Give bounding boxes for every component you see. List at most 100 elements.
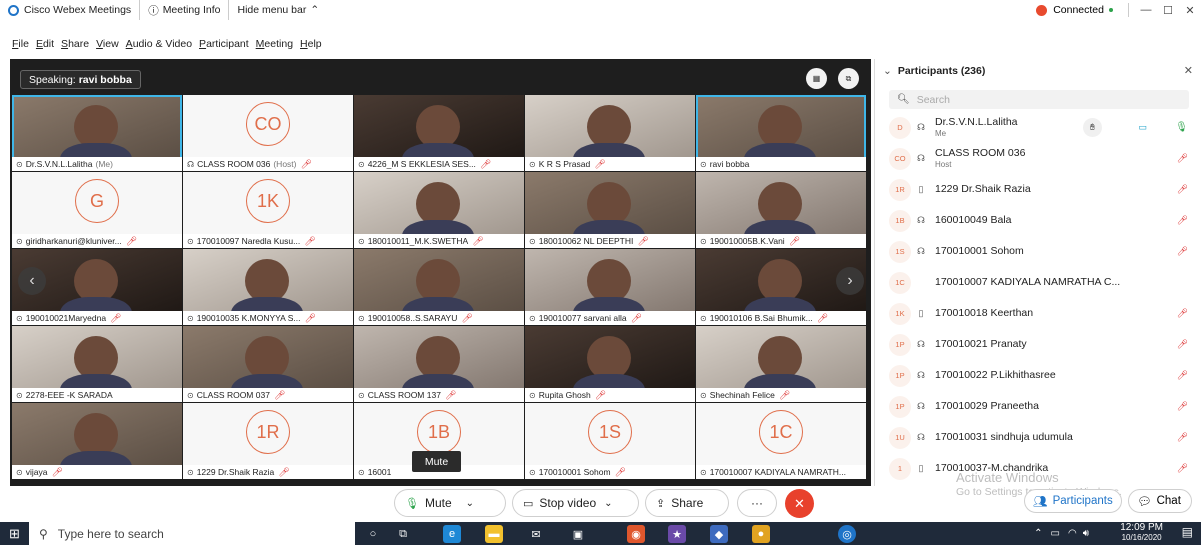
video-tile[interactable]: ⊙ 190010077 sarvani alla 🎤︎: [525, 249, 695, 325]
menu-meeting[interactable]: Meeting: [256, 38, 293, 54]
menu-help[interactable]: Help: [300, 38, 322, 54]
maximize-button[interactable]: ☐: [1157, 4, 1179, 17]
video-tile[interactable]: ⊙ Rupita Ghosh 🎤︎: [525, 326, 695, 402]
notification-icon[interactable]: ▤: [1182, 525, 1193, 539]
chevron-down-icon[interactable]: ⌄: [466, 498, 474, 509]
participant-row[interactable]: 1U ☊ 170010031 sindhuja udumula 🎤︎: [875, 422, 1201, 453]
participant-row[interactable]: 1B ☊ 160010049 Bala 🎤︎: [875, 205, 1201, 236]
participant-row[interactable]: 1P ☊ 170010022 P.Likhithasree 🎤︎: [875, 360, 1201, 391]
menu-share[interactable]: Share: [61, 38, 89, 54]
video-tile[interactable]: ⊙ 190010005B.K.Vani 🎤︎: [696, 172, 866, 248]
video-tile[interactable]: ⊙ Dr.S.V.N.L.Lalitha (Me): [12, 95, 182, 171]
mute-button[interactable]: 🎙 Mute ⌄: [394, 489, 506, 517]
tile-name: giridharkanuri@kluniver...: [25, 236, 122, 246]
menu-edit[interactable]: Edit: [36, 38, 54, 54]
participant-row[interactable]: 1S ☊ 170010001 Sohom 🎤︎: [875, 236, 1201, 267]
video-tile[interactable]: 1K ⊙ 170010097 Naredla Kusu... 🎤︎: [183, 172, 353, 248]
video-tile[interactable]: ⊙ 190010058..S.SARAYU 🎤︎: [354, 249, 524, 325]
firefox-icon[interactable]: ◉: [627, 525, 645, 543]
participant-row[interactable]: CO ☊ CLASS ROOM 036 Host 🎤︎: [875, 143, 1201, 174]
video-tile[interactable]: G ⊙ giridharkanuri@kluniver... 🎤︎: [12, 172, 182, 248]
leave-meeting-button[interactable]: ✕: [785, 489, 814, 518]
connection-status: Connected: [1053, 4, 1104, 16]
participant-row[interactable]: 1C 170010007 KADIYALA NAMRATHA C...: [875, 267, 1201, 298]
participant-video: [573, 336, 645, 402]
muted-microphone-icon: 🎤︎: [304, 312, 316, 323]
app-icon-2[interactable]: ◆: [710, 525, 728, 543]
stop-video-label: Stop video: [539, 496, 597, 510]
video-tile[interactable]: ⊙ 4226_M S EKKLESIA SES... 🎤︎: [354, 95, 524, 171]
task-view-icon[interactable]: ⧉: [394, 525, 412, 543]
participant-row[interactable]: 1R ▯ 1229 Dr.Shaik Razia 🎤︎: [875, 174, 1201, 205]
participant-row[interactable]: D ☊ Dr.S.V.N.L.Lalitha Me ✋︎ ▭ 🎙︎: [875, 112, 1201, 143]
video-tile[interactable]: ⊙ 2278-EEE -K SARADA: [12, 326, 182, 402]
raise-hand-icon[interactable]: ✋︎: [1083, 118, 1102, 137]
avatar-initials: 1S: [588, 410, 632, 454]
cortana-icon[interactable]: ○: [364, 525, 382, 543]
participant-video: [573, 259, 645, 325]
avatar-initials: 1C: [759, 410, 803, 454]
file-explorer-icon[interactable]: ▬: [485, 525, 503, 543]
window-status-area: Connected — ☐ ✕: [1036, 0, 1201, 20]
edge-icon[interactable]: e: [443, 525, 461, 543]
video-tile[interactable]: ⊙ 190010035 K.MONYYA S... 🎤︎: [183, 249, 353, 325]
muted-microphone-icon: 🎤︎: [304, 235, 316, 246]
grid-layout-button[interactable]: ▦: [806, 68, 827, 89]
layout-switch-button[interactable]: ⧉: [838, 68, 859, 89]
video-tile[interactable]: ⊙ vijaya 🎤︎: [12, 403, 182, 479]
muted-microphone-icon: 🎤︎: [479, 158, 492, 169]
device-icon: ☊: [917, 215, 925, 225]
video-tile[interactable]: ⊙ 180010062 NL DEEPTHI 🎤︎: [525, 172, 695, 248]
menu-audio-video[interactable]: Audio & Video: [126, 38, 192, 54]
muted-microphone-icon: 🎤︎: [594, 389, 607, 400]
video-tile[interactable]: 1C ⊙ 170010007 KADIYALA NAMRATH...: [696, 403, 866, 479]
tile-name-label: ⊙ Shechinah Felice 🎤︎: [696, 388, 866, 402]
video-tile[interactable]: ⊙ ravi bobba: [696, 95, 866, 171]
participant-row[interactable]: 1K ▯ 170010018 Keerthan 🎤︎: [875, 298, 1201, 329]
hide-menu-bar-button[interactable]: Hide menu bar ⌃: [229, 0, 327, 20]
video-tile[interactable]: 1S ⊙ 170010001 Sohom 🎤︎: [525, 403, 695, 479]
participant-search-input[interactable]: 🔍︎ Search: [889, 90, 1189, 109]
webex-taskbar-icon[interactable]: ◎: [838, 525, 856, 543]
start-button[interactable]: ⊞: [0, 522, 29, 545]
menu-participant[interactable]: Participant: [199, 38, 249, 54]
minimize-button[interactable]: —: [1135, 4, 1157, 16]
app-icon[interactable]: ★: [668, 525, 686, 543]
muted-microphone-icon: 🎤︎: [1176, 308, 1188, 318]
video-tile[interactable]: ⊙ 180010011_M.K.SWETHA 🎤︎: [354, 172, 524, 248]
participants-header[interactable]: ⌄ Participants (236): [875, 59, 1201, 83]
store-icon[interactable]: ▣: [569, 525, 587, 543]
muted-microphone-icon: 🎤︎: [300, 158, 312, 169]
video-tile[interactable]: ⊙ Shechinah Felice 🎤︎: [696, 326, 866, 402]
volume-icon[interactable]: 🔊︎: [1083, 528, 1089, 539]
more-options-button[interactable]: ···: [737, 489, 777, 517]
menu-view[interactable]: View: [96, 38, 119, 54]
taskbar-search-input[interactable]: ⚲ Type here to search: [29, 522, 355, 545]
video-tile[interactable]: ⊙ K R S Prasad 🎤︎: [525, 95, 695, 171]
close-window-button[interactable]: ✕: [1179, 4, 1201, 17]
mail-icon[interactable]: ✉: [527, 525, 545, 543]
next-page-button[interactable]: ›: [836, 267, 864, 295]
tray-up-icon[interactable]: ⌃: [1034, 528, 1042, 539]
wifi-icon[interactable]: ◠: [1068, 528, 1077, 539]
network-icon[interactable]: ▭: [1051, 528, 1060, 539]
tile-name-label: ⊙ ravi bobba: [696, 157, 866, 171]
chat-button[interactable]: 💬︎ Chat: [1128, 489, 1192, 513]
participant-row[interactable]: 1P ☊ 170010029 Praneetha 🎤︎: [875, 391, 1201, 422]
close-panel-button[interactable]: ✕: [1184, 64, 1193, 77]
taskbar-clock[interactable]: 12:09 PM 10/16/2020: [1120, 523, 1163, 543]
participants-button[interactable]: 👥︎ Participants: [1024, 489, 1122, 513]
share-button[interactable]: ⇪ Share: [645, 489, 729, 517]
tile-name: Shechinah Felice: [709, 390, 775, 400]
menu-file[interactable]: File: [12, 38, 29, 54]
video-tile[interactable]: CO ☊ CLASS ROOM 036 (Host) 🎤︎: [183, 95, 353, 171]
chevron-down-icon[interactable]: ⌄: [604, 498, 612, 509]
video-tile[interactable]: ⊙ CLASS ROOM 137 🎤︎: [354, 326, 524, 402]
video-tile[interactable]: 1R ⊙ 1229 Dr.Shaik Razia 🎤︎: [183, 403, 353, 479]
participant-row[interactable]: 1P ☊ 170010021 Pranaty 🎤︎: [875, 329, 1201, 360]
meeting-info-button[interactable]: ⓘ Meeting Info: [140, 0, 230, 20]
video-tile[interactable]: ⊙ CLASS ROOM 037 🎤︎: [183, 326, 353, 402]
previous-page-button[interactable]: ‹: [18, 267, 46, 295]
stop-video-button[interactable]: ▭ Stop video ⌄: [512, 489, 639, 517]
chrome-icon[interactable]: ●: [752, 525, 770, 543]
